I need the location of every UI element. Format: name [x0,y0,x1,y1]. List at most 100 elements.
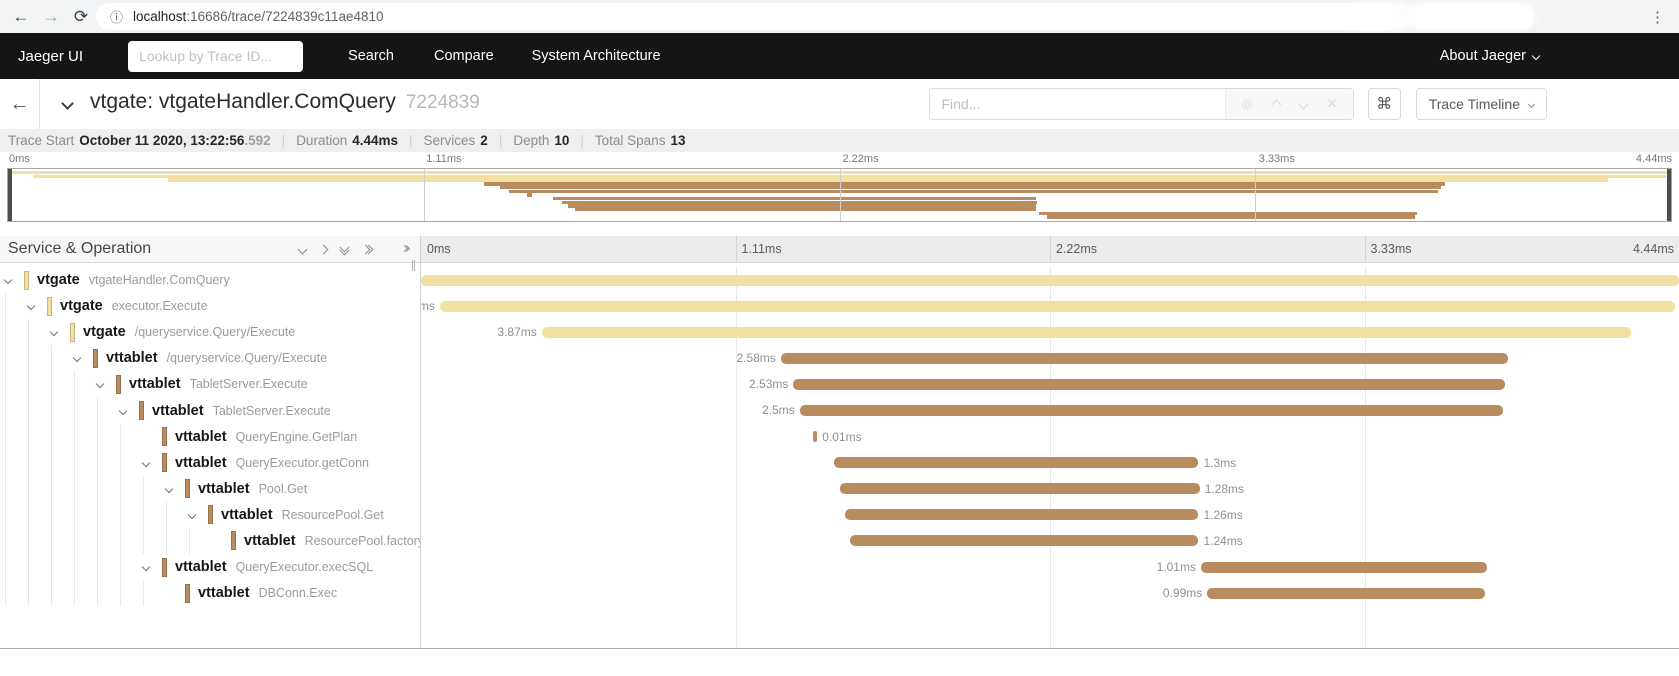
span-expand-toggle[interactable] [74,355,93,361]
span-duration-bar[interactable] [840,483,1200,494]
nav-link-compare[interactable]: Compare [434,48,494,64]
address-bar[interactable]: ⓘ localhost:16686/trace/7224839c11ae4810 [96,3,1400,30]
span-color-swatch [162,558,167,577]
timeline-axis-tick-label: 3.33ms [1371,242,1412,256]
span-tree-rows: vtgatevtgateHandler.ComQueryvtgateexecut… [0,267,420,648]
minimap-axis-tick-label: 1.11ms [426,153,461,165]
about-jaeger-menu[interactable]: About Jaeger [1440,48,1539,64]
tree-header-icons [299,244,372,254]
collapse-all-icon[interactable] [341,244,348,254]
site-info-icon[interactable]: ⓘ [110,7,123,26]
span-tree-row[interactable]: vtgatevtgateHandler.ComQuery [0,267,420,293]
span-expand-toggle[interactable] [5,277,24,283]
span-tree-row[interactable]: vttabletDBConn.Exec [0,580,420,606]
jaeger-ui-brand[interactable]: Jaeger UI [18,48,83,65]
span-duration-bar[interactable] [834,457,1199,468]
span-timeline-row[interactable]: 2.53ms [421,371,1679,397]
tree-indent-guide [97,502,120,528]
timeline-minimap[interactable] [7,168,1672,222]
tree-indent-guide [5,345,28,371]
clear-find-icon[interactable]: ✕ [1327,96,1338,112]
collapse-trace-chevron-icon[interactable] [61,97,74,110]
span-tree-row[interactable]: vttabletQueryExecutor.getConn [0,450,420,476]
minimap-left-scrubber[interactable] [8,169,12,221]
tree-indent-guide [120,580,143,606]
span-expand-toggle[interactable] [120,408,139,414]
nav-link-system-architecture[interactable]: System Architecture [532,48,661,64]
span-duration-bar[interactable] [813,431,817,442]
browser-refresh-icon[interactable]: ⟳ [66,7,96,27]
span-expand-toggle[interactable] [143,564,162,570]
span-duration-bar[interactable] [1207,588,1485,599]
span-tree-row[interactable]: vtgateexecutor.Execute [0,293,420,319]
tree-indent-guide [74,554,97,580]
trace-id-lookup-input[interactable] [128,41,303,72]
focus-match-icon[interactable]: ◎ [1241,96,1252,112]
span-timeline-row[interactable]: 2.58ms [421,345,1679,371]
tree-indent-guide [28,424,51,450]
span-duration-bar[interactable] [421,275,1679,286]
collapse-one-icon[interactable] [299,246,306,253]
span-expand-toggle[interactable] [28,303,47,309]
span-duration-bar[interactable] [440,301,1675,312]
find-input[interactable] [930,89,1225,119]
keyboard-shortcuts-button[interactable]: ⌘ [1368,88,1401,120]
expand-all-icon[interactable] [362,246,372,253]
next-match-icon[interactable] [1298,99,1308,109]
span-tree-row[interactable]: vttabletPool.Get [0,476,420,502]
span-tree-row[interactable]: vttablet/queryservice.Query/Execute [0,345,420,371]
span-duration-bar[interactable] [793,379,1505,390]
span-tree-row[interactable]: vttabletResourcePool.Get [0,502,420,528]
span-color-swatch [162,427,167,446]
span-tree-row[interactable]: vttabletTabletServer.Execute [0,397,420,423]
span-timeline-row[interactable]: 1.3ms [421,450,1679,476]
chevron-down-icon [4,276,12,284]
span-expand-toggle[interactable] [51,329,70,335]
span-duration-bar[interactable] [845,509,1198,520]
span-duration-bar[interactable] [850,535,1198,546]
tree-indent-guide [5,450,28,476]
span-tree-row[interactable]: vttabletQueryExecutor.execSQL [0,554,420,580]
chevron-down-icon [1528,100,1535,107]
span-tree-row[interactable]: vttabletQueryEngine.GetPlan [0,424,420,450]
span-timeline-row[interactable] [421,267,1679,293]
expand-one-icon[interactable] [320,246,327,253]
span-timeline-row[interactable]: 0.99ms [421,580,1679,606]
span-duration-bar[interactable] [800,405,1503,416]
span-timeline-row[interactable]: 3.87ms [421,319,1679,345]
back-button[interactable]: ← [0,79,40,129]
span-service-name: vttablet [152,403,204,419]
span-duration-bar[interactable] [542,327,1631,338]
tree-indent-guide [28,580,51,606]
span-expand-toggle[interactable] [189,512,208,518]
browser-menu-icon[interactable]: ⋮ [1650,0,1665,33]
browser-forward-icon[interactable]: → [36,7,66,27]
trace-view-label: Trace Timeline [1429,96,1520,112]
span-expand-toggle[interactable] [143,460,162,466]
previous-match-icon[interactable] [1271,99,1281,109]
span-timeline-row[interactable]: 2.5ms [421,397,1679,423]
span-timeline-row[interactable]: 1.24ms [421,528,1679,554]
span-duration-bar[interactable] [781,353,1508,364]
trace-view-selector[interactable]: Trace Timeline [1416,88,1547,120]
span-tree-row[interactable]: vttabletTabletServer.Execute [0,371,420,397]
tree-indent-guide [51,476,74,502]
minimap-right-scrubber[interactable] [1667,169,1671,221]
nav-link-search[interactable]: Search [348,48,394,64]
span-timeline-row[interactable]: 1.26ms [421,502,1679,528]
span-timeline-row[interactable]: 0.01ms [421,424,1679,450]
browser-back-icon[interactable]: ← [6,7,36,27]
span-duration-bar[interactable] [1201,562,1487,573]
span-expand-toggle[interactable] [97,381,116,387]
divider-grip-icon[interactable] [412,260,415,271]
tree-indent-guide [5,476,28,502]
span-tree-row[interactable]: vttabletResourcePool.factory [0,528,420,554]
divider-collapse-icon[interactable] [405,246,409,251]
span-timeline-row[interactable]: 1.28ms [421,476,1679,502]
tree-indent-guide [51,528,74,554]
minimap-axis-tick-label: 0ms [9,153,30,165]
span-expand-toggle[interactable] [166,486,185,492]
span-tree-row[interactable]: vtgate/queryservice.Query/Execute [0,319,420,345]
span-timeline-row[interactable]: 1.01ms [421,554,1679,580]
span-timeline-row[interactable]: ms [421,293,1679,319]
